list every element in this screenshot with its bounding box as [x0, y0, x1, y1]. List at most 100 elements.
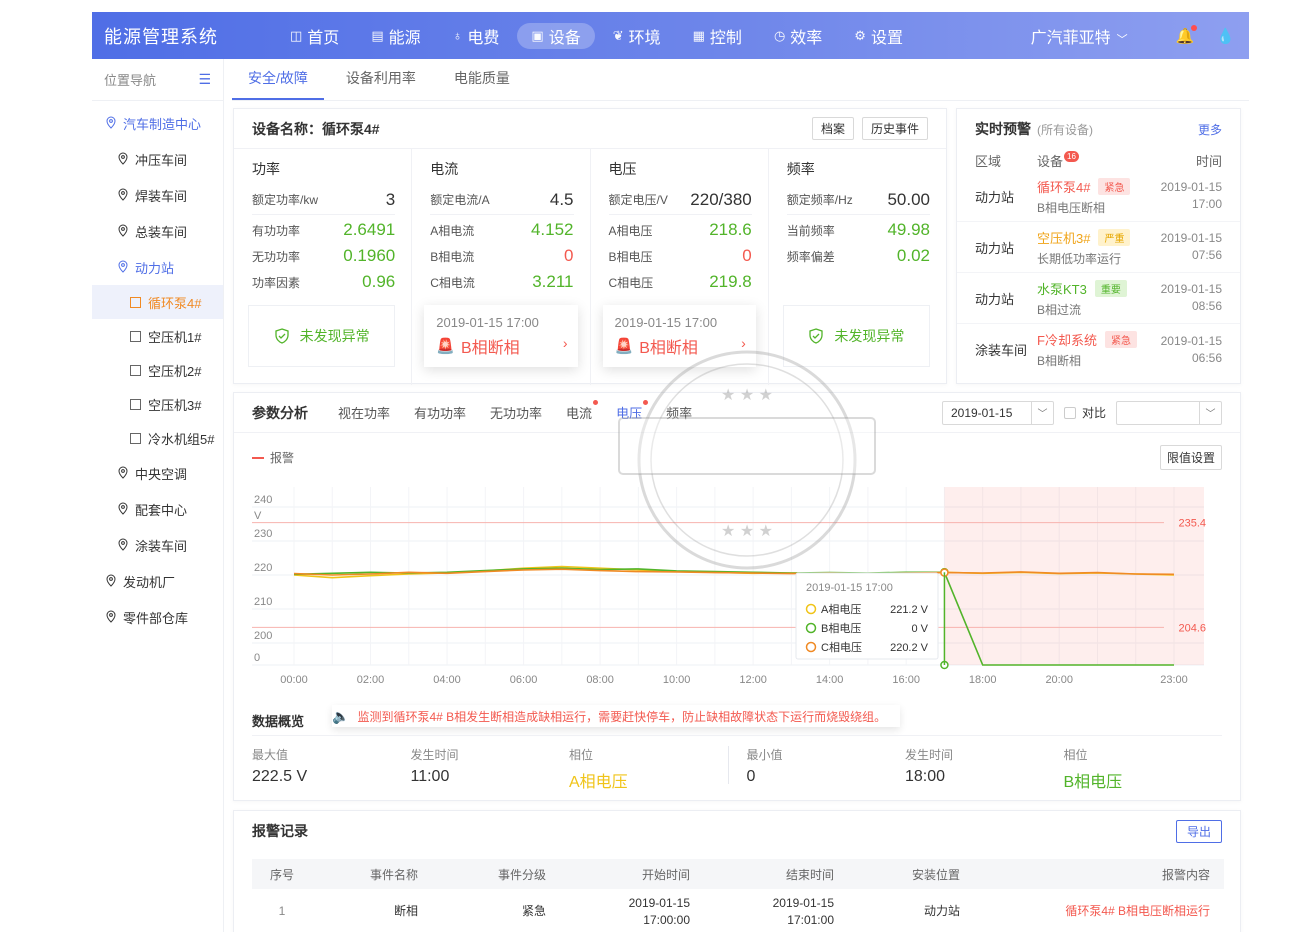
metric-value: 0 [564, 246, 574, 265]
x-tick-label: 14:00 [816, 674, 844, 686]
device-icon [130, 330, 141, 342]
stat-value: 18:00 [905, 768, 946, 785]
stat-value: 222.5 V [252, 768, 308, 785]
tree-item[interactable]: 冲压车间 [92, 141, 223, 177]
tab-utilization[interactable]: 设备利用率 [330, 68, 432, 100]
rated-value: 4.5 [549, 189, 574, 209]
col-header: 事件分级 [432, 859, 560, 889]
y-tick-label: 220 [254, 562, 272, 574]
bell-icon[interactable]: 🔔 [1176, 24, 1198, 45]
frequency-column: 频率 额定频率/Hz 50.00 当前频率 49.98 频率偏差 0.02 未发现异常 [769, 149, 946, 385]
tree-item[interactable]: 动力站 [92, 249, 223, 285]
nav-device[interactable]: ▣ 设备 [517, 22, 595, 49]
tree-item[interactable]: 配套中心 [92, 491, 223, 527]
nav-settings[interactable]: ⚙ 设置 [840, 23, 917, 49]
history-button[interactable]: 历史事件 [861, 117, 928, 140]
status-text: 未发现异常 [299, 328, 370, 344]
device-card: 设备名称：循环泵4# 档案 历史事件 功率 额定功率/kw 3 有功功率 2.649… [233, 108, 947, 385]
x-tick-label: 02:00 [357, 674, 385, 686]
tree-item[interactable]: 空压机3# [92, 387, 223, 421]
alert-row[interactable]: 动力站 空压机3# 严重 长期低功率运行 2019-01-15 07:56 [957, 222, 1240, 273]
data-overview: 最大值 222.5 V 发生时间 11:00 相位 A相电压 最小值 0 发生时间 18:… [252, 735, 1222, 791]
tree-item[interactable]: 中央空调 [92, 455, 223, 491]
collapse-menu-icon[interactable]: ☰ [198, 71, 211, 88]
status-text: 未发现异常 [834, 328, 905, 344]
compare-select[interactable]: ﹀ [1116, 400, 1222, 425]
col-time: 时间 [1195, 153, 1222, 169]
alert-row[interactable]: 涂装车间 F冷却系统 紧急 B相断相 2019-01-15 06:56 [957, 324, 1240, 375]
nav-control[interactable]: ▦ 控制 [679, 23, 756, 49]
severity-tag: 紧急 [1098, 177, 1131, 195]
location-pin-icon [118, 538, 128, 551]
records-title: 报警记录 [252, 823, 308, 839]
tree-item[interactable]: 零件部仓库 [92, 599, 223, 635]
col-header: 事件名称 [312, 859, 432, 889]
compare-checkbox[interactable]: 对比 [1063, 404, 1106, 421]
col-header: 序号 [252, 859, 312, 889]
archive-button[interactable]: 档案 [811, 117, 854, 140]
tab-frequency[interactable]: 频率 [666, 403, 692, 422]
fault-text: B相断相 [460, 340, 520, 357]
tab-power-quality[interactable]: 电能质量 [438, 68, 526, 100]
nav-electricity-fee[interactable]: ♁ 电费 [439, 23, 514, 49]
limit-settings-button[interactable]: 限值设置 [1159, 445, 1222, 470]
nav-environment[interactable]: ❦ 环境 [599, 23, 675, 49]
nav-energy[interactable]: ▤ 能源 [357, 23, 434, 49]
tree-item[interactable]: 冷水机组5# [92, 421, 223, 455]
more-link[interactable]: 更多 [1198, 121, 1222, 138]
x-tick-label: 18:00 [969, 674, 997, 686]
rated-value: 3 [385, 189, 396, 209]
tab-voltage[interactable]: 电压 [616, 400, 649, 422]
tree-item-selected[interactable]: 循环泵4# [92, 285, 223, 319]
tab-label: 电流 [566, 406, 593, 421]
alert-time: 08:56 [1191, 299, 1222, 313]
tree-item[interactable]: 发动机厂 [92, 563, 223, 599]
location-pin-icon [118, 260, 128, 273]
alert-desc: B相断相 [1037, 354, 1082, 368]
drop-icon[interactable]: 💧 [1216, 27, 1235, 45]
tab-current[interactable]: 电流 [566, 400, 599, 422]
tree-item[interactable]: 焊装车间 [92, 177, 223, 213]
location-pin-icon [118, 502, 128, 515]
tooltip-swatch [805, 622, 817, 634]
tree-item[interactable]: 空压机1# [92, 319, 223, 353]
col-device: 设备 [1037, 153, 1064, 169]
nav-home[interactable]: ◫ 首页 [276, 23, 353, 49]
tab-reactive-power[interactable]: 无功功率 [490, 403, 542, 422]
column-title: 电压 [608, 161, 637, 177]
tree-item[interactable]: 汽车制造中心 [92, 105, 223, 141]
tab-active-power[interactable]: 有功功率 [414, 403, 466, 422]
y-tick-label: 0 [254, 652, 260, 664]
fault-card[interactable]: 2019-01-15 17:00 🚨 B相断相 › [424, 305, 578, 367]
tree-label: 焊装车间 [135, 188, 188, 204]
tree-item[interactable]: 空压机2# [92, 353, 223, 387]
device-icon [130, 432, 141, 444]
nav-label: 能源 [388, 29, 421, 47]
fault-card[interactable]: 2019-01-15 17:00 🚨 B相断相 › [602, 305, 756, 367]
app-title: 能源管理系统 [104, 26, 218, 47]
company-selector[interactable]: 广汽菲亚特 ﹀ [1031, 24, 1128, 48]
realtime-alerts-card: 实时预警 (所有设备) 更多 区域 设备 16 时间 动力站 循环泵4# 紧急 B相电… [956, 108, 1241, 384]
tab-apparent-power[interactable]: 视在功率 [338, 403, 390, 422]
leaf-icon: ❦ [612, 27, 624, 43]
date-value: 2019-01-15 [950, 405, 1013, 420]
alert-row[interactable]: 动力站 循环泵4# 紧急 B相电压断相 2019-01-15 17:00 [957, 171, 1240, 222]
metric-label: 频率偏差 [786, 249, 835, 264]
date-picker[interactable]: 2019-01-15 ﹀ [941, 400, 1054, 425]
x-tick-label: 00:00 [280, 674, 308, 686]
table-row[interactable]: 1 断相 紧急 2019-01-15 17:00:00 2019-01-15 17:… [252, 889, 1224, 932]
tree-label: 涂装车间 [135, 538, 188, 554]
alert-date: 2019-01-15 [1160, 231, 1222, 245]
rated-label: 额定电流/A [430, 193, 490, 207]
alert-row[interactable]: 动力站 水泵KT3 重要 B相过流 2019-01-15 08:56 [957, 273, 1240, 324]
nav-efficiency[interactable]: ◷ 效率 [760, 23, 836, 49]
alarm-line-swatch [252, 456, 264, 459]
tab-safety[interactable]: 安全/故障 [232, 68, 324, 100]
x-tick-label: 23:00 [1160, 674, 1188, 686]
tree-item[interactable]: 总装车间 [92, 213, 223, 249]
tree-label: 发动机厂 [123, 574, 176, 590]
alert-desc: 长期低功率运行 [1037, 251, 1122, 266]
export-button[interactable]: 导出 [1175, 819, 1222, 843]
alert-count-badge: 16 [1064, 150, 1079, 162]
tree-item[interactable]: 涂装车间 [92, 527, 223, 563]
